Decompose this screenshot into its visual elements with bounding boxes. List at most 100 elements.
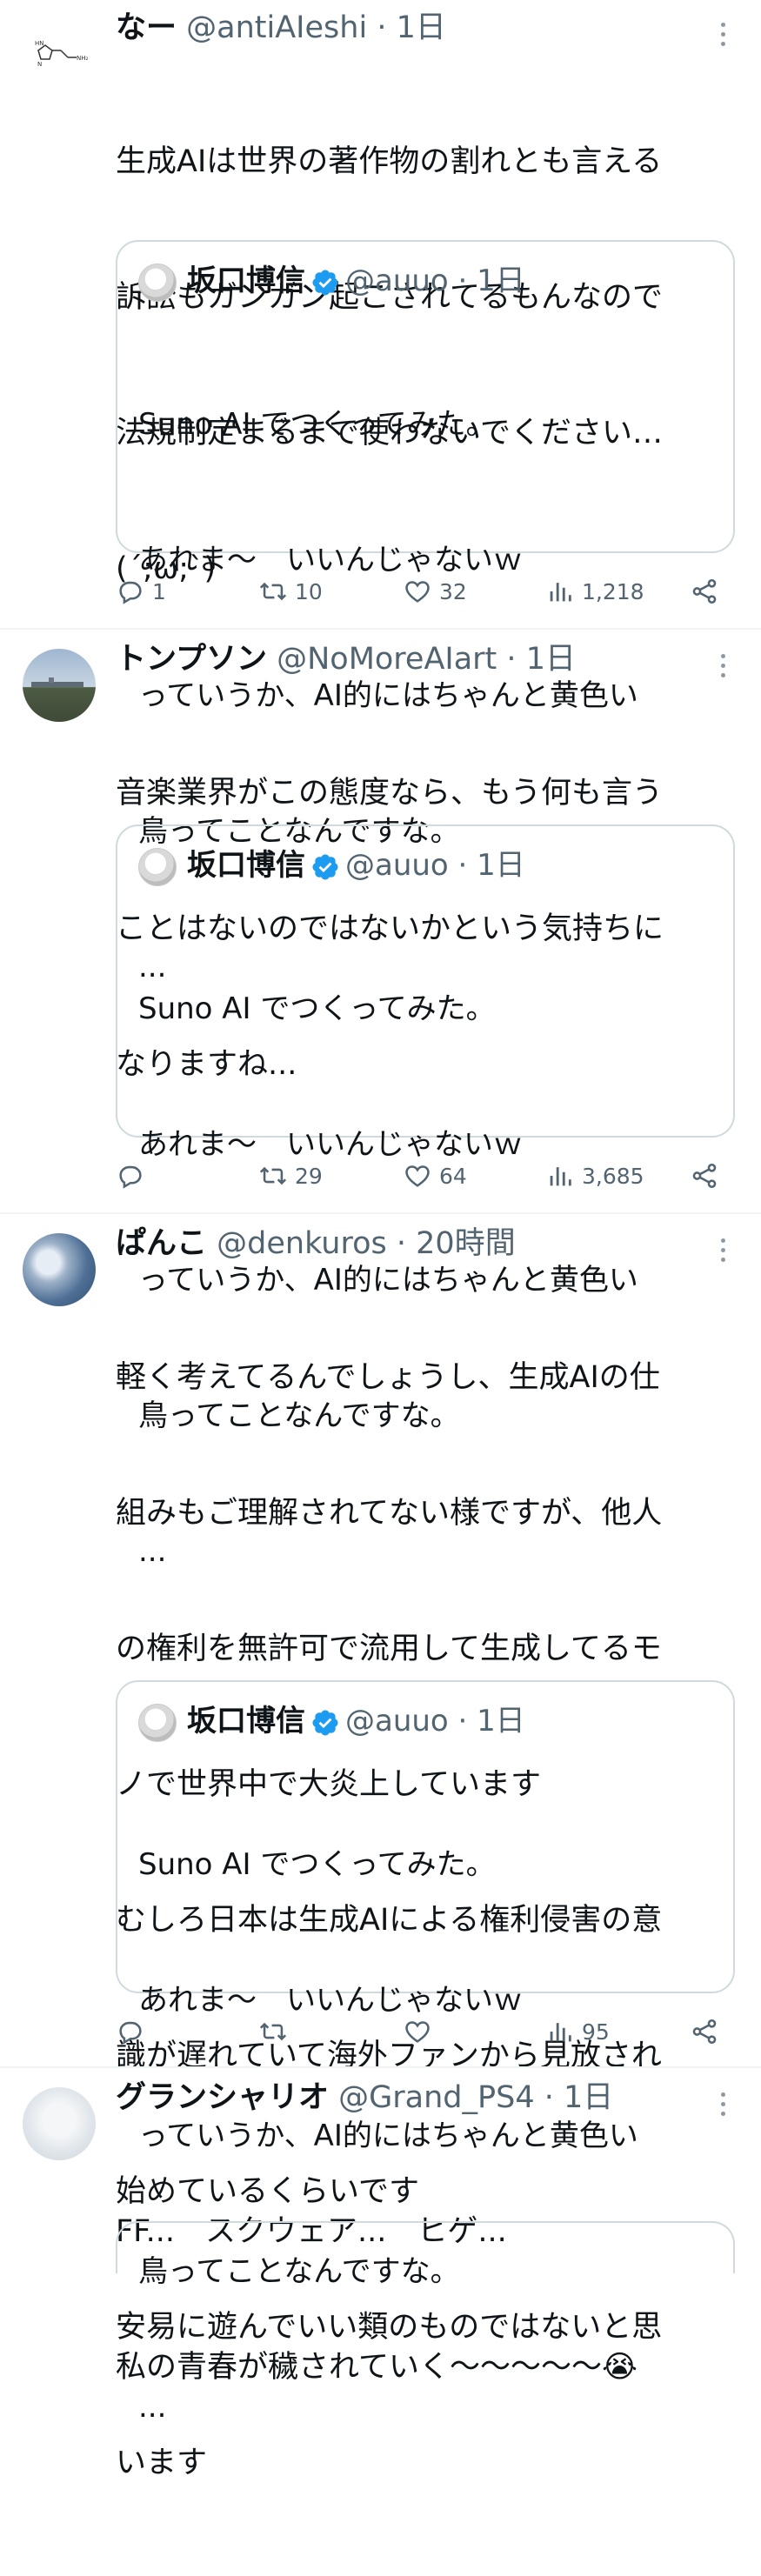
more-options-icon[interactable]	[710, 17, 736, 52]
text-line: 軽く考えてるんでしょうし、生成AIの仕	[116, 1360, 660, 1395]
quote-tweet[interactable]: 坂口博信 @auuo · 1日 Suno AI でつくってみた。 あれま〜 いいん…	[116, 824, 735, 1569]
quote-timestamp: 1日	[477, 1704, 525, 1738]
heart-icon	[405, 581, 430, 603]
handle[interactable]: @antiAIeshi	[186, 10, 367, 45]
quote-handle: @auuo	[345, 848, 449, 883]
action-bar: 1 10 32 1,218	[116, 572, 735, 611]
avatar[interactable]: HN N NH₂	[23, 19, 96, 92]
retweet-icon	[259, 1166, 287, 1185]
reply-button[interactable]	[116, 2012, 152, 2051]
tweet-text: FF... スクウェア... ヒゲ... 私の青春が穢されていく〜〜〜〜〜😭	[116, 2119, 735, 2480]
reply-button[interactable]: 1	[116, 572, 166, 611]
like-button[interactable]: 32	[403, 572, 467, 611]
more-options-icon[interactable]	[710, 1233, 736, 1268]
like-button[interactable]: 64	[403, 1157, 467, 1195]
avatar[interactable]	[23, 1233, 96, 1306]
share-icon	[692, 578, 717, 604]
timestamp[interactable]: 1日	[397, 10, 446, 45]
quote-avatar	[138, 847, 177, 886]
tweet-header: なー @antiAIeshi · 1日	[116, 9, 446, 47]
like-button[interactable]	[403, 2012, 439, 2051]
divider	[0, 628, 761, 630]
action-bar: 95	[116, 2012, 735, 2051]
molecule-icon: HN N NH₂	[35, 40, 89, 68]
reply-icon	[119, 581, 142, 604]
divider	[0, 1212, 761, 1214]
avatar[interactable]	[23, 2087, 96, 2160]
handle[interactable]: @NoMoreAIart	[277, 642, 497, 677]
handle[interactable]: @denkuros	[217, 1226, 387, 1261]
verified-badge-icon	[312, 269, 338, 296]
avatar[interactable]	[23, 649, 96, 722]
quote-display-name: 坂口博信	[187, 1704, 305, 1738]
tweet-header: トンプソン @NoMoreAIart · 1日	[116, 640, 576, 678]
share-button[interactable]	[690, 572, 719, 611]
timestamp[interactable]: 1日	[526, 642, 576, 677]
separator: ·	[506, 642, 517, 677]
quote-handle: @auuo	[345, 1704, 449, 1738]
text-line: 組みもご理解されてない様ですが、他人	[116, 1496, 663, 1531]
quote-line: Suno AI でつくってみた。	[138, 1847, 496, 1882]
landscape-photo	[31, 677, 83, 687]
quote-timestamp: 1日	[477, 848, 525, 883]
reply-button[interactable]	[116, 1157, 152, 1195]
share-button[interactable]	[690, 1157, 719, 1195]
retweet-count: 29	[295, 1163, 323, 1189]
heart-icon	[405, 1165, 430, 1187]
separator: ·	[377, 10, 387, 45]
retweet-button[interactable]: 29	[258, 1157, 323, 1195]
retweet-icon	[259, 2022, 287, 2041]
display-name[interactable]: グランシャリオ	[116, 2080, 329, 2115]
views-button[interactable]: 1,218	[545, 572, 644, 611]
timestamp[interactable]: 1日	[564, 2080, 613, 2115]
view-count: 1,218	[582, 578, 644, 604]
view-count: 95	[582, 2019, 610, 2045]
retweet-count: 10	[295, 578, 323, 604]
share-button[interactable]	[690, 2012, 719, 2051]
svg-text:N: N	[37, 61, 42, 68]
action-bar: 29 64 3,685	[116, 1157, 735, 1195]
display-name[interactable]: ぱんこ	[116, 1226, 207, 1261]
retweet-button[interactable]	[258, 2012, 295, 2051]
share-icon	[692, 1163, 717, 1189]
quote-tweet[interactable]	[116, 2221, 735, 2273]
share-icon	[692, 2019, 717, 2045]
verified-badge-icon	[312, 853, 338, 880]
quote-tweet[interactable]: 坂口博信 @auuo · 1日 Suno AI でつくってみた。 あれま〜 いいん…	[116, 240, 735, 984]
svg-text:NH₂: NH₂	[77, 55, 89, 62]
separator: ·	[544, 2080, 554, 2115]
quote-header: 坂口博信 @auuo · 1日	[138, 845, 525, 886]
view-count: 3,685	[582, 1163, 644, 1189]
handle[interactable]: @Grand_PS4	[338, 2080, 534, 2115]
quote-display-name: 坂口博信	[187, 848, 305, 883]
more-options-icon[interactable]	[710, 2087, 736, 2122]
separator: ·	[457, 1704, 468, 1738]
quote-display-name: 坂口博信	[187, 264, 305, 298]
retweet-button[interactable]: 10	[258, 572, 323, 611]
more-options-icon[interactable]	[710, 649, 736, 684]
divider	[0, 2066, 761, 2068]
tweet-header: グランシャリオ @Grand_PS4 · 1日	[116, 2079, 613, 2117]
views-button[interactable]: 3,685	[545, 1157, 644, 1195]
quote-header: 坂口博信 @auuo · 1日	[138, 1701, 525, 1742]
timestamp[interactable]: 20時間	[416, 1226, 516, 1261]
text-line: 私の青春が穢されていく〜〜〜〜〜😭	[116, 2350, 638, 2385]
heart-icon	[405, 2021, 430, 2043]
views-button[interactable]: 95	[545, 2012, 610, 2051]
text-line: 音楽業界がこの態度なら、もう何も言う	[116, 776, 663, 811]
separator: ·	[457, 264, 468, 298]
quote-timestamp: 1日	[477, 264, 525, 298]
tweet-header: ぱんこ @denkuros · 20時間	[116, 1225, 516, 1263]
display-name[interactable]: トンプソン	[116, 642, 267, 677]
views-icon	[550, 583, 571, 602]
quote-handle: @auuo	[345, 264, 449, 298]
separator: ·	[457, 848, 468, 883]
text-line: の権利を無許可で流用して生成してるモ	[116, 1632, 662, 1666]
quote-avatar	[138, 263, 177, 302]
quote-tweet[interactable]: 坂口博信 @auuo · 1日 Suno AI でつくってみた。 あれま〜 いいん…	[116, 1680, 735, 2425]
like-count: 32	[439, 578, 467, 604]
quote-header: 坂口博信 @auuo · 1日	[138, 261, 525, 302]
quote-line: Suno AI でつくってみた。	[138, 407, 496, 442]
display-name[interactable]: なー	[116, 10, 177, 45]
verified-badge-icon	[312, 1709, 338, 1736]
